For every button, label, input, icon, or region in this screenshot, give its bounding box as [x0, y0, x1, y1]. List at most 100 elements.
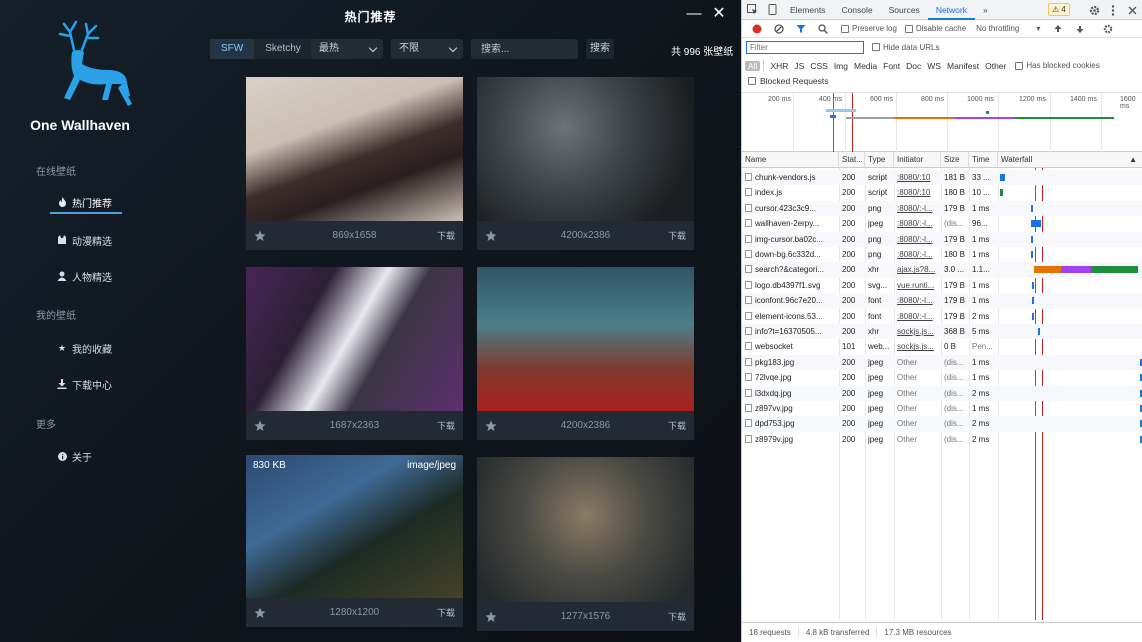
wallpaper-card[interactable]: 1277x1576 下载: [477, 457, 694, 631]
network-request-row[interactable]: chunk-vendors.js 200 script:8080/:10 181 B 3…: [742, 170, 1142, 186]
network-request-row[interactable]: logo.db4397f1.svg 200 svg... vue.runti... 17…: [742, 278, 1142, 293]
column-header-status[interactable]: Stat...: [839, 152, 865, 168]
type-filter-img[interactable]: Img: [831, 61, 851, 71]
type-filter-js[interactable]: JS: [791, 61, 807, 71]
column-header-initiator[interactable]: Initiator: [894, 152, 941, 168]
range-select[interactable]: 不限: [391, 39, 463, 59]
import-har-icon[interactable]: [1052, 23, 1064, 35]
wallpaper-card[interactable]: 830 KB image/jpeg 1280x1200 下载: [246, 455, 463, 627]
type-filter-other[interactable]: Other: [982, 61, 1009, 71]
record-icon[interactable]: [751, 23, 763, 35]
sketchy-toggle[interactable]: Sketchy: [254, 39, 312, 59]
sort-select[interactable]: 最热: [311, 39, 383, 59]
network-request-row[interactable]: dpd753.jpg 200 jpeg Other (dis... 2 ms: [742, 416, 1142, 432]
network-request-row[interactable]: iconfont.96c7e20... 200 font:8080/:-l... 17…: [742, 293, 1142, 309]
tab-sources[interactable]: Sources: [881, 0, 928, 20]
wallpaper-card[interactable]: 4200x2386 下载: [477, 77, 694, 250]
type-filter-media[interactable]: Media: [851, 61, 880, 71]
network-request-row[interactable]: z897vv.jpg 200 jpeg Other (dis... 1 ms: [742, 401, 1142, 416]
network-request-row[interactable]: pkg183.jpg 200 jpeg Other (dis... 1 ms: [742, 354, 1142, 371]
favorite-star-icon[interactable]: [485, 420, 497, 432]
download-link[interactable]: 下载: [668, 419, 686, 432]
network-request-row[interactable]: wallhaven-2erpy... 200 jpeg:8080/:-l... (di…: [742, 216, 1142, 231]
column-header-time[interactable]: Time: [969, 152, 998, 168]
favorite-star-icon[interactable]: [254, 607, 266, 619]
network-request-row[interactable]: down-bg.6c332d... 200 png:8080/:-l... 180 B…: [742, 247, 1142, 262]
throttling-select[interactable]: No throttling ▾: [976, 24, 1040, 33]
request-initiator[interactable]: :8080/:10: [894, 170, 941, 185]
search-icon[interactable]: [817, 23, 829, 35]
nav-item-anime[interactable]: 动漫精选: [50, 229, 122, 251]
request-initiator[interactable]: :8080/:-l...: [894, 201, 941, 216]
filter-funnel-icon[interactable]: [795, 23, 807, 35]
favorite-star-icon[interactable]: [254, 230, 266, 242]
type-filter-manifest[interactable]: Manifest: [944, 61, 982, 71]
request-initiator[interactable]: ajax.js?8...: [894, 262, 941, 277]
warnings-badge[interactable]: ⚠ 4: [1048, 3, 1070, 16]
nav-item-people[interactable]: 人物精选: [50, 265, 122, 287]
network-request-row[interactable]: 72lvqe.jpg 200 jpeg Other (dis... 1 ms: [742, 370, 1142, 385]
hide-data-urls-checkbox[interactable]: Hide data URLs: [872, 43, 939, 52]
wallpaper-thumbnail[interactable]: [477, 457, 694, 602]
sfw-toggle[interactable]: SFW: [210, 39, 255, 59]
download-link[interactable]: 下载: [668, 610, 686, 623]
export-har-icon[interactable]: [1074, 23, 1086, 35]
nav-item-downloads[interactable]: 下载中心: [50, 373, 122, 395]
column-header-name[interactable]: Name: [742, 152, 839, 168]
filter-input[interactable]: [746, 40, 864, 54]
nav-item-about[interactable]: 关于: [50, 445, 122, 467]
disable-cache-checkbox[interactable]: Disable cache: [904, 24, 966, 33]
has-blocked-cookies-checkbox[interactable]: Has blocked cookies: [1015, 61, 1100, 70]
network-request-row[interactable]: l3dxdq.jpg 200 jpeg Other (dis... 2 ms: [742, 385, 1142, 401]
blocked-requests-checkbox[interactable]: Blocked Requests: [748, 76, 829, 86]
device-toolbar-icon[interactable]: [766, 4, 778, 16]
network-request-row[interactable]: element-icons.53... 200 font:8080/:-l... 17…: [742, 309, 1142, 324]
column-header-waterfall[interactable]: Waterfall ▲: [998, 152, 1142, 168]
search-input[interactable]: [471, 39, 578, 59]
download-link[interactable]: 下载: [437, 419, 455, 432]
wallpaper-card[interactable]: 869x1658 下载: [246, 77, 463, 250]
request-initiator[interactable]: sockjs.js...: [894, 324, 941, 339]
request-initiator[interactable]: vue.runti...: [894, 278, 941, 293]
network-settings-gear-icon[interactable]: [1102, 23, 1114, 35]
wallpaper-thumbnail[interactable]: [246, 267, 463, 411]
network-request-row[interactable]: z8979v.jpg 200 jpeg Other (dis... 2 ms: [742, 432, 1142, 447]
type-filter-css[interactable]: CSS: [807, 61, 830, 71]
close-devtools-icon[interactable]: [1126, 4, 1138, 16]
type-filter-ws[interactable]: WS: [924, 61, 944, 71]
network-request-row[interactable]: websocket 101 web... sockjs.js... 0 B Pen...: [742, 339, 1142, 354]
favorite-star-icon[interactable]: [485, 230, 497, 242]
network-request-row[interactable]: cursor.423c3c9... 200 png:8080/:-l... 179 B…: [742, 200, 1142, 217]
request-initiator[interactable]: :8080/:-l...: [894, 232, 941, 247]
tab-network[interactable]: Network: [927, 0, 975, 20]
wallpaper-thumbnail[interactable]: [477, 267, 694, 411]
timeline-overview[interactable]: 200 ms 400 ms 600 ms 800 ms 1000 ms 1200…: [742, 92, 1142, 152]
wallpaper-thumbnail[interactable]: [246, 455, 463, 598]
inspect-element-icon[interactable]: [746, 4, 758, 16]
favorite-star-icon[interactable]: [485, 611, 497, 623]
column-header-type[interactable]: Type: [865, 152, 894, 168]
column-header-size[interactable]: Size: [941, 152, 969, 168]
network-request-row[interactable]: img-cursor.ba02c... 200 png:8080/:-l... 179…: [742, 231, 1142, 247]
search-button[interactable]: 搜索: [586, 39, 614, 59]
preserve-log-checkbox[interactable]: Preserve log: [841, 24, 897, 33]
download-link[interactable]: 下载: [437, 229, 455, 242]
request-initiator[interactable]: :8080/:-l...: [894, 293, 941, 308]
request-initiator[interactable]: :8080/:10: [894, 185, 941, 200]
type-filter-doc[interactable]: Doc: [903, 61, 924, 71]
more-tabs-button[interactable]: »: [975, 0, 996, 20]
download-link[interactable]: 下载: [668, 229, 686, 242]
close-button[interactable]: ✕: [709, 4, 729, 24]
wallpaper-thumbnail[interactable]: [246, 77, 463, 221]
more-options-icon[interactable]: [1107, 4, 1119, 16]
wallpaper-card[interactable]: 1687x2363 下载: [246, 267, 463, 440]
wallpaper-card[interactable]: 4200x2386 下载: [477, 267, 694, 440]
favorite-star-icon[interactable]: [254, 420, 266, 432]
type-filter-xhr[interactable]: XHR: [767, 61, 791, 71]
wallpaper-thumbnail[interactable]: [477, 77, 694, 221]
network-request-row[interactable]: info?t=16370505... 200 xhr sockjs.js... 368 …: [742, 324, 1142, 340]
request-initiator[interactable]: sockjs.js...: [894, 339, 941, 354]
minimize-button[interactable]: —: [684, 4, 704, 24]
nav-item-hot[interactable]: 热门推荐: [50, 192, 122, 214]
tab-console[interactable]: Console: [833, 0, 880, 20]
